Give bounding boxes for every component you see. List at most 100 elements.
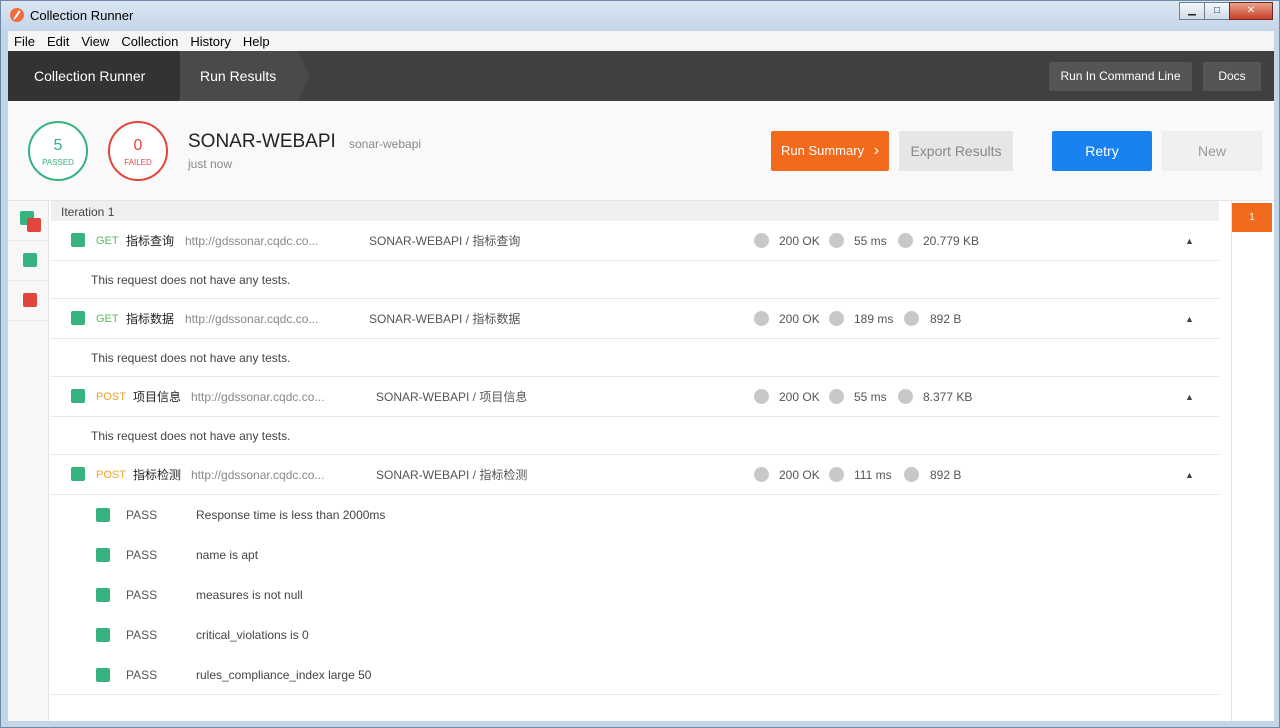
- collapse-caret-icon[interactable]: ▲: [1185, 299, 1194, 339]
- fail-square-icon: [27, 218, 41, 232]
- response-size: 892 B: [930, 468, 962, 482]
- response-time: 55 ms: [854, 234, 887, 248]
- passed-label: PASSED: [42, 158, 74, 167]
- test-name: critical_violations is 0: [196, 628, 309, 642]
- pass-square-icon: [71, 233, 85, 247]
- filter-all[interactable]: [8, 201, 49, 241]
- request-name: 指标检测: [133, 468, 182, 482]
- collapse-caret-icon[interactable]: ▲: [1185, 377, 1194, 417]
- test-status: PASS: [126, 588, 158, 602]
- menu-view[interactable]: View: [75, 34, 115, 49]
- request-url: http://gdssonar.cqdc.co...: [185, 234, 319, 248]
- results-list: GET 指标查询 http://gdssonar.cqdc.co... SONA…: [51, 221, 1219, 721]
- postman-icon: [10, 8, 24, 22]
- request-url: http://gdssonar.cqdc.co...: [185, 312, 319, 326]
- failed-count-badge: 0 FAILED: [108, 121, 168, 181]
- environment-name: sonar-webapi: [349, 137, 422, 151]
- collapse-caret-icon[interactable]: ▲: [1185, 221, 1194, 261]
- menu-collection[interactable]: Collection: [115, 34, 184, 49]
- test-name: measures is not null: [196, 588, 303, 602]
- run-summary-button[interactable]: Run Summary ›: [771, 131, 889, 171]
- pass-square-icon: [71, 311, 85, 325]
- run-time: just now: [188, 157, 233, 171]
- minimize-icon[interactable]: ▁: [1179, 2, 1205, 20]
- maximize-icon[interactable]: □: [1204, 2, 1230, 20]
- result-filter-sidebar: [8, 201, 49, 721]
- menu-help[interactable]: Help: [237, 34, 276, 49]
- request-path: SONAR-WEBAPI / 指标查询: [369, 234, 521, 248]
- pass-square-icon: [96, 628, 110, 642]
- new-button[interactable]: New: [1162, 131, 1262, 171]
- request-path: SONAR-WEBAPI / 指标检测: [376, 468, 528, 482]
- pass-square-icon: [96, 548, 110, 562]
- breadcrumb-run-results[interactable]: Run Results: [180, 51, 310, 101]
- response-status: 200 OK: [779, 390, 820, 404]
- response-status: 200 OK: [779, 312, 820, 326]
- time-dot-icon: [829, 389, 844, 404]
- filter-failed[interactable]: [8, 281, 49, 321]
- request-method: POST: [96, 469, 126, 481]
- request-row[interactable]: GET 指标数据 http://gdssonar.cqdc.co... SONA…: [51, 299, 1219, 339]
- iteration-selector: 1: [1231, 201, 1272, 721]
- response-size: 892 B: [930, 312, 962, 326]
- test-result-row: PASS Response time is less than 2000ms: [51, 495, 1219, 535]
- response-status: 200 OK: [779, 468, 820, 482]
- failed-count: 0: [133, 137, 143, 154]
- iteration-badge[interactable]: 1: [1232, 203, 1272, 232]
- passed-count-badge: 5 PASSED: [28, 121, 88, 181]
- test-name: rules_compliance_index large 50: [196, 668, 372, 682]
- collection-name: SONAR-WEBAPI: [188, 131, 336, 152]
- filter-passed[interactable]: [8, 241, 49, 281]
- size-dot-icon: [904, 467, 919, 482]
- request-name: 指标数据: [126, 312, 175, 326]
- pass-square-icon: [23, 253, 37, 267]
- window-title: Collection Runner: [30, 8, 134, 23]
- menu-edit[interactable]: Edit: [41, 34, 75, 49]
- test-result-row: PASS measures is not null: [51, 575, 1219, 615]
- iteration-header: Iteration 1: [51, 201, 1219, 221]
- request-row[interactable]: POST 指标检测 http://gdssonar.cqdc.co... SON…: [51, 455, 1219, 495]
- test-status: PASS: [126, 628, 158, 642]
- test-status: PASS: [126, 668, 158, 682]
- response-time: 111 ms: [854, 468, 892, 482]
- run-in-command-line-button[interactable]: Run In Command Line: [1049, 62, 1192, 91]
- pass-square-icon: [71, 389, 85, 403]
- request-note-row: This request does not have any tests.: [51, 339, 1219, 377]
- passed-count: 5: [53, 137, 63, 154]
- breadcrumb-collection-runner[interactable]: Collection Runner: [8, 51, 190, 101]
- run-summary-label: Run Summary: [780, 143, 865, 158]
- collapse-caret-icon[interactable]: ▲: [1185, 455, 1194, 495]
- response-status: 200 OK: [779, 234, 820, 248]
- request-url: http://gdssonar.cqdc.co...: [191, 390, 325, 404]
- menu-file[interactable]: File: [8, 34, 41, 49]
- menu-history[interactable]: History: [184, 34, 236, 49]
- size-dot-icon: [898, 389, 913, 404]
- request-name: 项目信息: [133, 390, 182, 404]
- request-path: SONAR-WEBAPI / 指标数据: [369, 312, 521, 326]
- response-size: 20.779 KB: [923, 234, 980, 248]
- status-dot-icon: [754, 311, 769, 326]
- export-results-button[interactable]: Export Results: [899, 131, 1013, 171]
- request-row[interactable]: GET 指标查询 http://gdssonar.cqdc.co... SONA…: [51, 221, 1219, 261]
- request-row[interactable]: POST 项目信息 http://gdssonar.cqdc.co... SON…: [51, 377, 1219, 417]
- no-tests-note: This request does not have any tests.: [91, 351, 291, 365]
- request-method: POST: [96, 391, 126, 403]
- app-window: Collection Runner ▁ □ ✕ File Edit View C…: [0, 0, 1280, 728]
- test-name: name is apt: [196, 548, 259, 562]
- close-icon[interactable]: ✕: [1229, 2, 1273, 20]
- no-tests-note: This request does not have any tests.: [91, 273, 291, 287]
- response-size: 8.377 KB: [923, 390, 973, 404]
- retry-button[interactable]: Retry: [1052, 131, 1152, 171]
- test-result-row: PASS critical_violations is 0: [51, 615, 1219, 655]
- docs-button[interactable]: Docs: [1203, 62, 1261, 91]
- test-result-row: PASS name is apt: [51, 535, 1219, 575]
- time-dot-icon: [829, 467, 844, 482]
- request-method: GET: [96, 313, 119, 325]
- size-dot-icon: [898, 233, 913, 248]
- time-dot-icon: [829, 311, 844, 326]
- pass-square-icon: [96, 508, 110, 522]
- test-status: PASS: [126, 508, 158, 522]
- request-path: SONAR-WEBAPI / 项目信息: [376, 390, 528, 404]
- test-result-row: PASS rules_compliance_index large 50: [51, 655, 1219, 695]
- size-dot-icon: [904, 311, 919, 326]
